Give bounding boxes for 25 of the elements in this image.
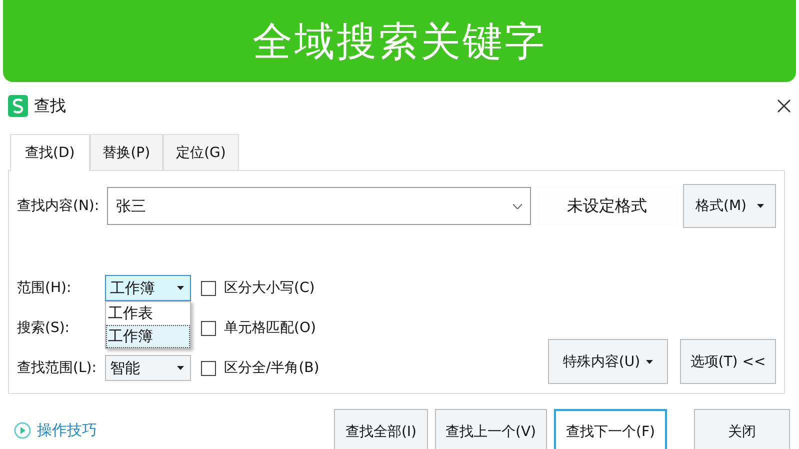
special-content-button[interactable]: 特殊内容(U) <box>548 339 668 384</box>
options-button[interactable]: 选项(T) << <box>680 339 776 384</box>
dialog-button[interactable]: 查找上一个(V) <box>434 409 548 449</box>
scope-dropdown[interactable]: 智能 <box>105 355 191 381</box>
search-label: 搜索(S): <box>17 319 71 338</box>
banner-title: 全域搜索关键字 <box>3 0 796 82</box>
tab[interactable]: 定位(G) <box>163 134 239 170</box>
range-label: 范围(H): <box>17 279 72 298</box>
find-field[interactable]: 张三 <box>107 187 531 225</box>
tab[interactable]: 查找(D) <box>10 134 90 171</box>
format-button[interactable]: 格式(M) <box>683 184 776 228</box>
tab[interactable]: 替换(P) <box>90 134 164 170</box>
tips-link[interactable]: 操作技巧 <box>14 421 97 440</box>
range-dropdown[interactable]: 工作簿 <box>105 275 191 301</box>
checkbox[interactable]: 区分大小写(C) <box>201 275 320 301</box>
scope-label: 查找范围(L): <box>17 359 98 378</box>
checkbox[interactable]: 单元格匹配(O) <box>201 315 320 341</box>
window-title: 查找 <box>34 96 67 116</box>
checkbox[interactable]: 区分全/半角(B) <box>201 355 320 381</box>
dropdown-option[interactable]: 工作簿 <box>106 325 190 348</box>
dialog-button[interactable]: 查找下一个(F) <box>554 409 667 449</box>
dialog-button[interactable]: 查找全部(I) <box>334 409 428 449</box>
dropdown-option[interactable]: 工作表 <box>106 302 190 325</box>
find-label: 查找内容(N): <box>17 197 100 215</box>
dialog-button[interactable]: 关闭 <box>694 409 790 449</box>
